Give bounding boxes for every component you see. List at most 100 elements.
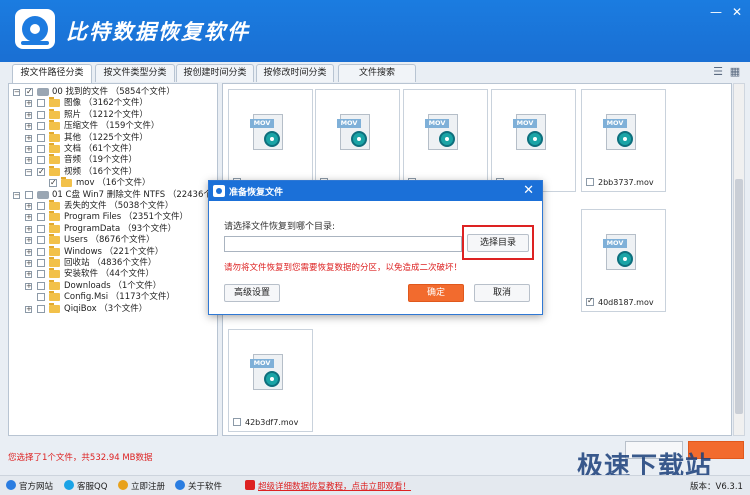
film-reel-icon <box>351 131 367 147</box>
tree-checkbox[interactable] <box>37 202 45 210</box>
file-card[interactable]: MOV <box>315 89 400 192</box>
expander-icon[interactable]: + <box>25 100 32 108</box>
version-label: 版本：V6.3.1 <box>690 482 743 492</box>
grid-scrollbar[interactable] <box>733 83 745 436</box>
key-icon <box>118 480 128 490</box>
tree-checkbox[interactable] <box>37 133 45 142</box>
tree-checkbox[interactable] <box>37 304 45 313</box>
file-checkbox[interactable] <box>586 296 594 306</box>
tree-checkbox[interactable] <box>37 270 45 279</box>
tree-checkbox[interactable] <box>37 156 45 165</box>
support-qq-link[interactable]: 客服QQ <box>64 480 107 492</box>
tree-checkbox[interactable] <box>37 145 45 153</box>
expander-icon[interactable]: + <box>25 237 32 245</box>
tab-by-create-time[interactable]: 按创建时间分类 <box>176 64 254 82</box>
close-window-button[interactable]: ✕ <box>728 4 746 20</box>
film-reel-icon <box>617 131 633 147</box>
mov-file-icon: MOV <box>513 114 546 150</box>
expander-icon[interactable]: + <box>25 111 32 119</box>
cancel-button[interactable]: 取消 <box>474 284 530 302</box>
tree-checkbox[interactable] <box>49 177 57 188</box>
official-site-link[interactable]: 官方网站 <box>6 480 53 492</box>
expander-icon[interactable]: − <box>13 191 20 199</box>
dialog-close-icon[interactable]: ✕ <box>523 183 534 198</box>
grid-view-icon[interactable]: ▦ <box>728 66 742 78</box>
expander-icon[interactable]: + <box>25 248 32 256</box>
register-link[interactable]: 立即注册 <box>118 480 165 492</box>
file-checkbox[interactable] <box>233 418 241 426</box>
tree-checkbox[interactable] <box>37 99 45 108</box>
folder-tree[interactable]: − 00 找到的文件 （5854个文件） + 图像 （3162个文件） + 照片 （121… <box>8 83 218 436</box>
advanced-settings-button[interactable]: 高级设置 <box>224 284 280 302</box>
expander-icon[interactable]: − <box>25 168 32 176</box>
file-card-footer: 40d8187.mov <box>586 296 654 307</box>
tree-checkbox[interactable] <box>37 166 45 177</box>
expander-icon[interactable]: − <box>13 89 20 96</box>
tree-checkbox[interactable] <box>37 213 45 222</box>
ok-button[interactable]: 确定 <box>408 284 464 302</box>
film-reel-icon <box>264 371 280 387</box>
register-label: 立即注册 <box>131 482 166 492</box>
mov-file-icon: MOV <box>603 114 636 150</box>
expander-icon[interactable]: + <box>25 146 32 153</box>
folder-icon <box>49 120 60 131</box>
tab-by-modify-time[interactable]: 按修改时间分类 <box>256 64 334 82</box>
folder-icon <box>49 291 60 302</box>
tree-checkbox[interactable] <box>37 247 45 256</box>
expander-icon[interactable]: + <box>25 282 32 290</box>
tree-checkbox[interactable] <box>37 293 45 302</box>
dialog-header: 准备恢复文件 ✕ <box>209 181 542 201</box>
file-card[interactable]: MOV <box>491 89 576 192</box>
dialog-title: 准备恢复文件 <box>229 188 284 198</box>
file-type-badge: MOV <box>603 239 627 248</box>
expander-icon[interactable]: + <box>25 134 32 142</box>
restore-path-input[interactable] <box>224 236 462 252</box>
tree-checkbox[interactable] <box>37 259 45 267</box>
folder-icon <box>49 143 60 153</box>
tree-checkbox[interactable] <box>25 86 33 97</box>
expander-icon[interactable]: + <box>25 203 32 210</box>
tree-checkbox[interactable] <box>25 190 33 199</box>
app-logo <box>15 9 55 49</box>
about-link[interactable]: 关于软件 <box>175 480 222 492</box>
support-qq-label: 客服QQ <box>77 482 108 492</box>
folder-icon <box>49 211 60 222</box>
expander-icon[interactable]: + <box>25 123 32 131</box>
tree-checkbox[interactable] <box>37 122 45 131</box>
choose-directory-button[interactable]: 选择目录 <box>467 234 529 252</box>
file-name: 40d8187.mov <box>598 298 654 307</box>
file-card[interactable]: MOV 2bb3737.mov <box>581 89 666 192</box>
expander-icon[interactable]: + <box>25 305 32 313</box>
file-card[interactable]: MOV 42b3df7.mov <box>228 329 313 432</box>
tree-checkbox[interactable] <box>37 236 45 245</box>
file-card[interactable]: MOV <box>403 89 488 192</box>
scrollbar-thumb[interactable] <box>735 179 743 414</box>
tree-item-label: 视频 （16个文件） <box>64 166 138 177</box>
expander-icon[interactable]: + <box>25 260 32 267</box>
qq-icon <box>64 480 74 490</box>
file-name: 42b3df7.mov <box>245 418 299 427</box>
minimize-button[interactable]: — <box>707 4 725 20</box>
file-card-footer: 2bb3737.mov <box>586 177 654 187</box>
tutorial-ad-link[interactable]: 超级详细数据恢复教程，点击立即观看！ <box>245 480 411 492</box>
expander-icon[interactable]: + <box>25 225 32 233</box>
folder-icon <box>49 222 60 233</box>
expander-icon[interactable]: + <box>25 271 32 279</box>
file-card[interactable]: MOV 40d8187.mov <box>581 209 666 312</box>
folder-icon <box>49 268 60 279</box>
tab-by-path[interactable]: 按文件路径分类 <box>12 64 92 83</box>
drive-icon <box>37 190 49 199</box>
file-card[interactable]: MOV <box>228 89 313 192</box>
list-view-icon[interactable]: ☰ <box>711 66 725 78</box>
film-reel-icon <box>527 131 543 147</box>
file-checkbox[interactable] <box>586 178 594 186</box>
tree-checkbox[interactable] <box>37 224 45 233</box>
tree-checkbox[interactable] <box>37 110 45 119</box>
tree-checkbox[interactable] <box>37 281 45 290</box>
tree-item-label: 回收站 （4836个文件） <box>64 258 157 268</box>
tab-file-search[interactable]: 文件搜索 <box>338 64 416 82</box>
tab-by-type[interactable]: 按文件类型分类 <box>95 64 175 82</box>
mov-file-icon: MOV <box>250 114 283 150</box>
expander-icon[interactable]: + <box>25 157 32 165</box>
expander-icon[interactable]: + <box>25 214 32 222</box>
